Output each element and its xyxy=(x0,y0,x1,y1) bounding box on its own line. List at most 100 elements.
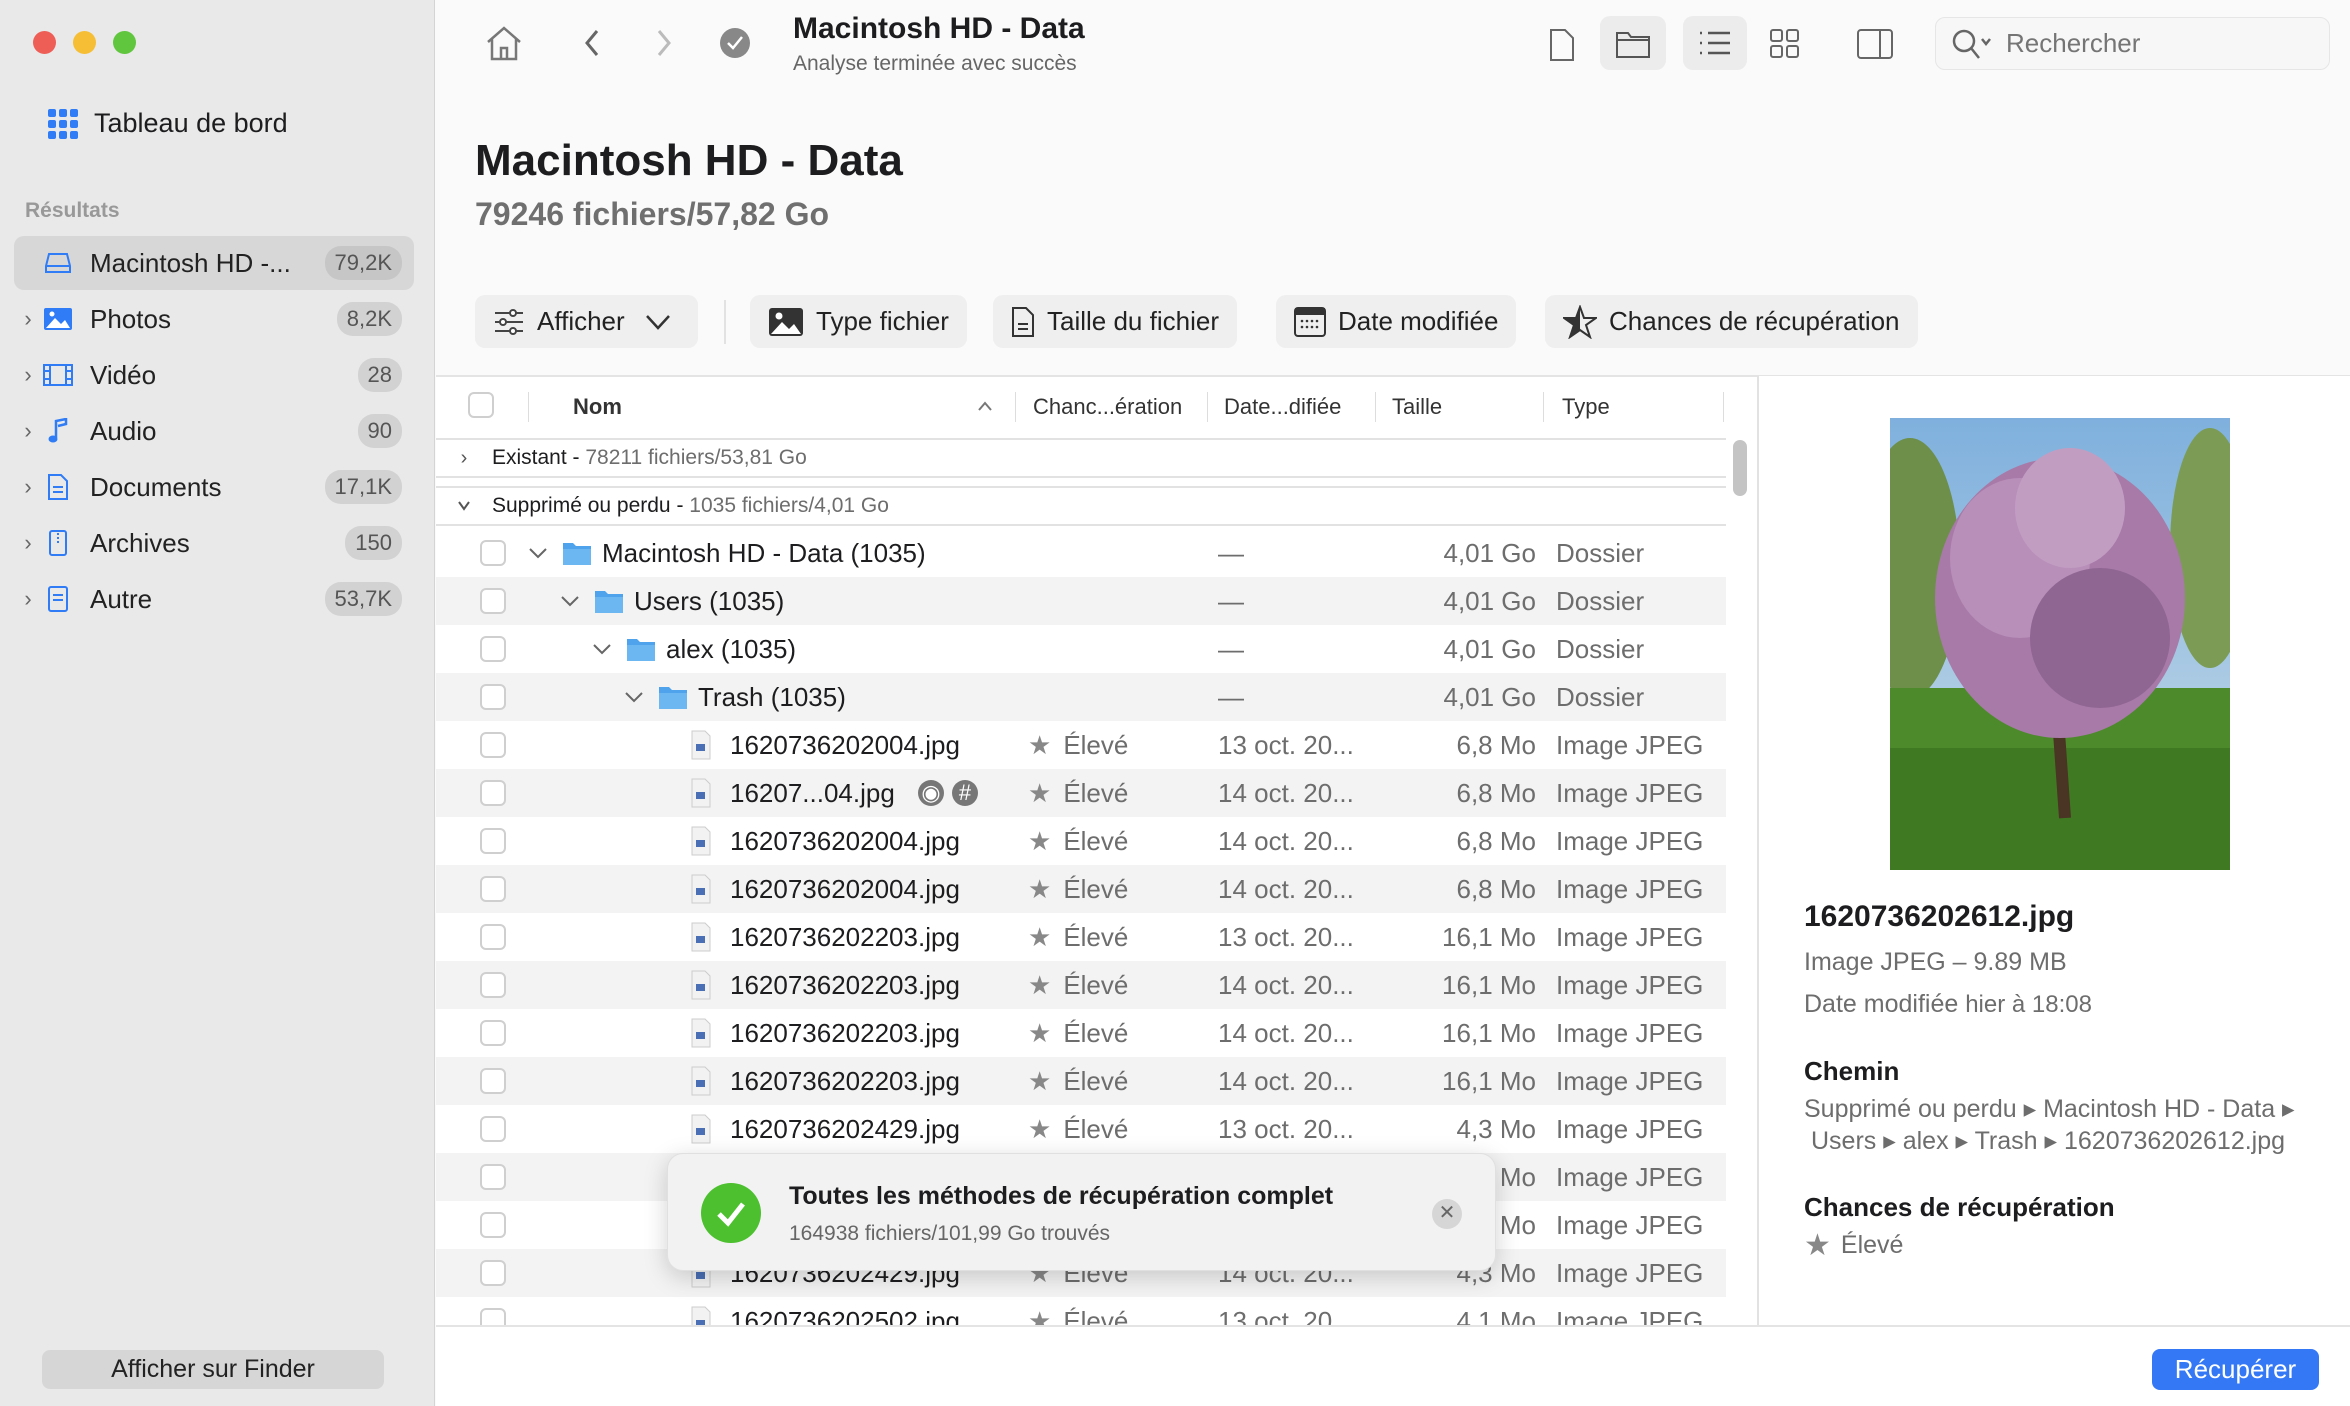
row-checkbox[interactable] xyxy=(480,1164,506,1190)
file-row[interactable]: 1620736202203.jpg ★ Élevé 14 oct. 20... 16,… xyxy=(436,961,1726,1009)
row-checkbox[interactable] xyxy=(480,1068,506,1094)
row-checkbox[interactable] xyxy=(480,924,506,950)
sidebar-item-documents[interactable]: › Documents 17,1K xyxy=(14,460,414,514)
row-name: Users (1035) xyxy=(634,585,785,616)
chevron-down-icon[interactable] xyxy=(622,690,646,704)
eye-icon[interactable]: ◉ xyxy=(918,780,944,806)
jpeg-file-icon xyxy=(690,874,720,904)
group-existing[interactable]: › Existant - 78211 fichiers/53,81 Go xyxy=(436,438,1726,478)
file-view-icon[interactable] xyxy=(1548,28,1576,62)
select-all-checkbox[interactable] xyxy=(468,392,494,418)
file-type-filter[interactable]: Type fichier xyxy=(750,295,967,348)
toast-close-button[interactable]: ✕ xyxy=(1432,1199,1462,1229)
show-filter-dropdown[interactable]: Afficher xyxy=(475,295,698,348)
row-name: 1620736202203.jpg xyxy=(730,969,960,1000)
folder-row[interactable]: Users (1035) — 4,01 Go Dossier xyxy=(436,577,1726,625)
chevron-down-icon[interactable] xyxy=(590,642,614,656)
sidebar-toggle-icon[interactable] xyxy=(1856,28,1894,60)
sidebar-dashboard[interactable]: Tableau de bord xyxy=(48,108,288,139)
folder-row[interactable]: alex (1035) — 4,01 Go Dossier xyxy=(436,625,1726,673)
chevron-down-icon[interactable] xyxy=(526,546,550,560)
row-date: — xyxy=(1218,681,1244,712)
chevron-right-icon[interactable]: › xyxy=(14,586,42,612)
folder-row[interactable]: Macintosh HD - Data (1035) — 4,01 Go Doss… xyxy=(436,529,1726,577)
column-header-name[interactable]: Nom xyxy=(573,380,622,433)
hash-icon[interactable]: # xyxy=(952,780,978,806)
file-row[interactable]: 1620736202004.jpg ★ Élevé 14 oct. 20... 6,8… xyxy=(436,865,1726,913)
file-row[interactable]: 1620736202203.jpg ★ Élevé 13 oct. 20... 16,… xyxy=(436,913,1726,961)
row-checkbox[interactable] xyxy=(480,636,506,662)
table-scrollbar[interactable] xyxy=(1733,440,1747,496)
sidebar-item-audio[interactable]: › Audio 90 xyxy=(14,404,414,458)
row-date: 14 oct. 20... xyxy=(1218,969,1354,1000)
sidebar-item-vidéo[interactable]: › Vidéo 28 xyxy=(14,348,414,402)
close-window-button[interactable] xyxy=(33,31,56,54)
date-modified-filter[interactable]: Date modifiée xyxy=(1276,295,1517,348)
row-checkbox[interactable] xyxy=(480,780,506,806)
list-view-button[interactable] xyxy=(1683,16,1747,70)
row-checkbox[interactable] xyxy=(480,1260,506,1286)
row-size: 4,01 Go xyxy=(1443,681,1536,712)
row-checkbox[interactable] xyxy=(480,684,506,710)
row-name: Macintosh HD - Data (1035) xyxy=(602,537,926,568)
row-name: Trash (1035) xyxy=(698,681,846,712)
column-header-type[interactable]: Type xyxy=(1562,380,1610,433)
search-field[interactable] xyxy=(1935,17,2330,70)
chevron-right-icon[interactable]: › xyxy=(14,418,42,444)
grid-view-icon[interactable] xyxy=(1769,28,1801,60)
search-icon xyxy=(1952,29,1991,59)
folder-row[interactable]: Trash (1035) — 4,01 Go Dossier xyxy=(436,673,1726,721)
recovery-chances-filter[interactable]: Chances de récupération xyxy=(1545,295,1918,348)
group-deleted-label: Supprimé ou perdu - xyxy=(492,494,690,517)
column-header-size[interactable]: Taille xyxy=(1392,380,1442,433)
forward-icon[interactable] xyxy=(654,28,674,58)
show-filter-label: Afficher xyxy=(537,306,625,336)
file-type-label: Type fichier xyxy=(816,306,949,336)
chevron-right-icon[interactable]: › xyxy=(14,530,42,556)
sidebar-item-photos[interactable]: › Photos 8,2K xyxy=(14,292,414,346)
row-checkbox[interactable] xyxy=(480,588,506,614)
sidebar-item-autre[interactable]: › Autre 53,7K xyxy=(14,572,414,626)
sort-ascending-icon[interactable] xyxy=(976,400,994,412)
file-row[interactable]: 1620736202004.jpg ★ Élevé 13 oct. 20... 6,8… xyxy=(436,721,1726,769)
row-checkbox[interactable] xyxy=(480,1116,506,1142)
show-in-finder-button[interactable]: Afficher sur Finder xyxy=(42,1350,384,1389)
row-checkbox[interactable] xyxy=(480,876,506,902)
recover-button[interactable]: Récupérer xyxy=(2152,1349,2319,1390)
back-icon[interactable] xyxy=(582,28,602,58)
file-row[interactable]: 1620736202004.jpg ★ Élevé 14 oct. 20... 6,8… xyxy=(436,817,1726,865)
group-deleted[interactable]: Supprimé ou perdu - 1035 fichiers/4,01 G… xyxy=(436,486,1726,526)
column-header-chance[interactable]: Chanc...ération xyxy=(1033,380,1182,433)
row-checkbox[interactable] xyxy=(480,540,506,566)
file-row[interactable]: 16207...04.jpg ◉ # ★ Élevé 14 oct. 20... 6,8 … xyxy=(436,769,1726,817)
photo-icon xyxy=(42,306,74,332)
sidebar-item-macintosh-hd-[interactable]: Macintosh HD -... 79,2K xyxy=(14,236,414,290)
row-checkbox[interactable] xyxy=(480,828,506,854)
home-icon[interactable] xyxy=(484,24,524,62)
column-header-date[interactable]: Date...difiée xyxy=(1224,380,1341,433)
minimize-window-button[interactable] xyxy=(73,31,96,54)
file-row[interactable]: 1620736202203.jpg ★ Élevé 14 oct. 20... 16,… xyxy=(436,1009,1726,1057)
row-type: Dossier xyxy=(1556,633,1645,664)
row-checkbox[interactable] xyxy=(480,1212,506,1238)
chevron-right-icon[interactable]: › xyxy=(14,362,42,388)
chevron-down-icon[interactable] xyxy=(558,594,582,608)
row-checkbox[interactable] xyxy=(480,1020,506,1046)
row-chance: ★ Élevé xyxy=(1028,1114,1128,1145)
sidebar-item-archives[interactable]: › Archives 150 xyxy=(14,516,414,570)
row-size: 6,8 Mo xyxy=(1456,825,1537,856)
window-subtitle: Analyse terminée avec succès xyxy=(793,52,1077,75)
file-row[interactable]: 1620736202203.jpg ★ Élevé 14 oct. 20... 16,… xyxy=(436,1057,1726,1105)
chevron-right-icon[interactable]: › xyxy=(14,306,42,332)
preview-image xyxy=(1890,418,2230,870)
row-checkbox[interactable] xyxy=(480,972,506,998)
file-size-filter[interactable]: Taille du fichier xyxy=(993,295,1237,348)
sidebar-item-label: Vidéo xyxy=(90,359,157,390)
file-row[interactable]: 1620736202429.jpg ★ Élevé 13 oct. 20... 4,3… xyxy=(436,1105,1726,1153)
file-size-label: Taille du fichier xyxy=(1047,306,1219,336)
chevron-right-icon[interactable]: › xyxy=(14,474,42,500)
search-input[interactable] xyxy=(2006,28,2306,59)
folder-view-button[interactable] xyxy=(1600,16,1666,70)
maximize-window-button[interactable] xyxy=(113,31,136,54)
row-checkbox[interactable] xyxy=(480,732,506,758)
